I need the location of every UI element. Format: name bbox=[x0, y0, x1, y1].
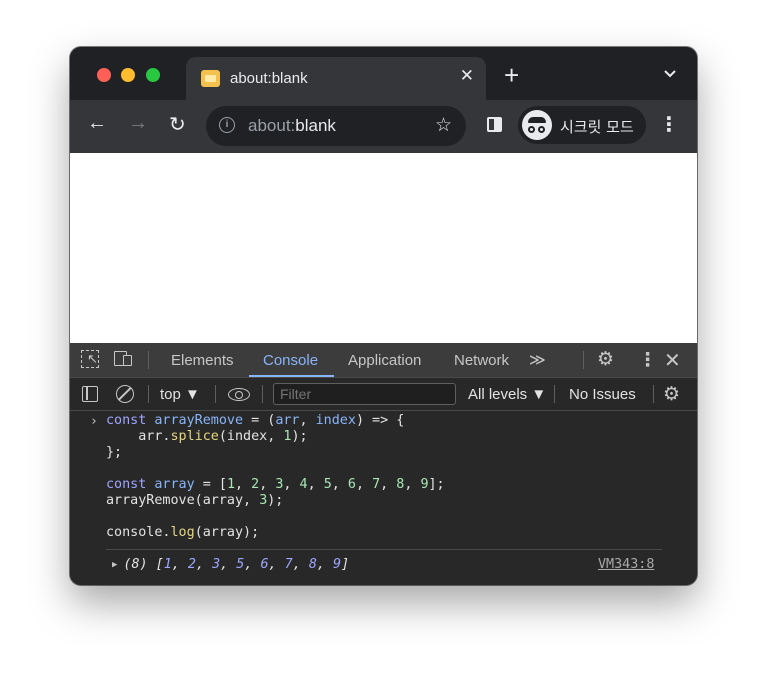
divider bbox=[262, 385, 263, 403]
issues-button[interactable]: No Issues bbox=[569, 386, 636, 403]
code-line: arr.splice(index, 1); bbox=[106, 429, 308, 444]
array-value: 5 bbox=[236, 557, 245, 572]
title-bar: about:blank ✕ + bbox=[70, 47, 697, 100]
address-bar[interactable]: i about:blank ☆ bbox=[206, 106, 466, 146]
inspect-element-icon[interactable] bbox=[81, 350, 99, 368]
code-line: arrayRemove(array, 3); bbox=[106, 493, 284, 508]
array-value: 6 bbox=[260, 557, 269, 572]
expand-triangle-icon[interactable]: ▶ bbox=[112, 560, 117, 570]
devtools-tab-bar: Elements Console Application Network ≫ ⚙… bbox=[70, 343, 697, 378]
array-count: (8) bbox=[123, 557, 148, 572]
array-value: 3 bbox=[212, 557, 221, 572]
array-value: 8 bbox=[308, 557, 317, 572]
context-selector[interactable]: top ▼ bbox=[160, 386, 200, 403]
tab-application[interactable]: Application bbox=[348, 352, 421, 369]
devtools-menu-icon[interactable]: ⋮ bbox=[638, 349, 657, 372]
devtools-panel: Elements Console Application Network ≫ ⚙… bbox=[70, 343, 697, 585]
source-link[interactable]: VM343:8 bbox=[598, 557, 654, 573]
console-settings-gear-icon[interactable]: ⚙ bbox=[663, 383, 680, 406]
prompt-chevron-icon: › bbox=[90, 414, 98, 429]
array-value: 2 bbox=[187, 557, 196, 572]
device-toolbar-icon[interactable] bbox=[114, 351, 133, 366]
close-devtools-icon[interactable]: ✕ bbox=[664, 348, 681, 373]
url-scheme: about: bbox=[248, 116, 296, 135]
tab-console[interactable]: Console bbox=[263, 352, 318, 369]
new-tab-button[interactable]: + bbox=[504, 62, 519, 88]
array-value: 9 bbox=[333, 557, 342, 572]
incognito-label: 시크릿 모드 bbox=[560, 118, 634, 136]
page-icon bbox=[201, 70, 220, 87]
code-line: }; bbox=[106, 445, 123, 460]
divider bbox=[554, 385, 555, 403]
url-host: blank bbox=[295, 116, 336, 135]
incognito-icon bbox=[522, 110, 552, 140]
active-tab-indicator bbox=[249, 375, 334, 377]
forward-button[interactable]: → bbox=[128, 112, 148, 135]
browser-window: about:blank ✕ + ← → ↻ i about:blank ☆ 시크… bbox=[70, 47, 697, 585]
chevron-down-icon[interactable] bbox=[663, 69, 677, 79]
divider bbox=[148, 385, 149, 403]
code-line: const arrayRemove = (arr, index) => { bbox=[106, 413, 405, 428]
console-sidebar-icon[interactable] bbox=[82, 386, 98, 402]
info-icon[interactable]: i bbox=[219, 117, 235, 133]
url-text[interactable]: about:blank bbox=[248, 116, 336, 136]
filter-input[interactable] bbox=[273, 383, 456, 405]
reload-button[interactable]: ↻ bbox=[169, 112, 186, 137]
more-tabs-icon[interactable]: ≫ bbox=[529, 350, 546, 370]
console-input-code[interactable]: const arrayRemove = (arr, index) => { ar… bbox=[106, 413, 445, 541]
log-levels-dropdown[interactable]: All levels ▼ bbox=[468, 386, 546, 403]
browser-toolbar: ← → ↻ i about:blank ☆ 시크릿 모드 ⋮ bbox=[70, 100, 697, 153]
tab-network[interactable]: Network bbox=[454, 352, 509, 369]
live-expression-eye-icon[interactable] bbox=[228, 388, 250, 401]
side-panel-icon[interactable] bbox=[487, 117, 502, 132]
page-viewport bbox=[70, 153, 697, 343]
code-line: console.log(array); bbox=[106, 525, 260, 540]
back-button[interactable]: ← bbox=[87, 112, 107, 135]
tab-about-blank[interactable]: about:blank ✕ bbox=[186, 57, 486, 100]
output-divider bbox=[106, 549, 662, 550]
array-value: 1 bbox=[163, 557, 172, 572]
divider bbox=[215, 385, 216, 403]
tab-title: about:blank bbox=[230, 70, 308, 87]
bookmark-star-icon[interactable]: ☆ bbox=[435, 114, 452, 137]
console-output-area[interactable]: › const arrayRemove = (arr, index) => { … bbox=[70, 411, 697, 585]
log-output-row[interactable]: ▶ (8) [1, 2, 3, 5, 6, 7, 8, 9] bbox=[112, 557, 349, 574]
divider bbox=[653, 385, 654, 403]
incognito-badge[interactable]: 시크릿 모드 bbox=[518, 106, 646, 144]
minimize-window-button[interactable] bbox=[121, 68, 135, 82]
array-value: 7 bbox=[284, 557, 293, 572]
close-tab-icon[interactable]: ✕ bbox=[460, 66, 474, 86]
close-window-button[interactable] bbox=[97, 68, 111, 82]
settings-gear-icon[interactable]: ⚙ bbox=[597, 348, 614, 371]
clear-console-icon[interactable] bbox=[116, 385, 134, 403]
browser-menu-icon[interactable]: ⋮ bbox=[659, 112, 679, 137]
maximize-window-button[interactable] bbox=[146, 68, 160, 82]
divider bbox=[583, 351, 584, 369]
divider bbox=[148, 351, 149, 369]
tab-elements[interactable]: Elements bbox=[171, 352, 234, 369]
code-line: const array = [1, 2, 3, 4, 5, 6, 7, 8, 9… bbox=[106, 477, 445, 492]
console-toolbar: top ▼ All levels ▼ No Issues ⚙ bbox=[70, 378, 697, 411]
